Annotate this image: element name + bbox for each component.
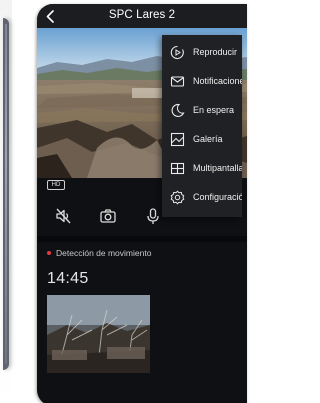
- event-thumbnail-image: [47, 295, 150, 373]
- menu-item-multiscreen[interactable]: Multipantalla: [162, 155, 242, 181]
- menu-item-label: Reproducir: [193, 47, 238, 57]
- camera-icon: [100, 209, 116, 223]
- event-indicator-dot: [47, 251, 51, 255]
- playback-icon: [170, 45, 185, 60]
- hd-quality-badge[interactable]: HD: [47, 180, 65, 190]
- gear-icon: [170, 190, 185, 205]
- event-type: Detección de movimiento: [47, 248, 151, 258]
- section-divider: [37, 236, 247, 242]
- previous-screenshot-edge: [0, 0, 12, 403]
- overflow-menu: Reproducir Notificaciones En espera: [162, 35, 242, 217]
- moon-icon: [170, 103, 185, 118]
- microphone-button[interactable]: [143, 206, 163, 226]
- menu-item-label: Galería: [193, 134, 223, 144]
- event-time: 14:45: [47, 270, 89, 287]
- menu-item-label: Multipantalla: [193, 163, 242, 173]
- multiscreen-icon: [170, 161, 185, 176]
- menu-item-playback[interactable]: Reproducir: [162, 39, 242, 65]
- menu-item-label: Configuración: [193, 192, 242, 202]
- snapshot-button[interactable]: [98, 206, 118, 226]
- device-screen-edge: [5, 24, 7, 364]
- page-title: SPC Lares 2: [108, 9, 176, 21]
- microphone-icon: [147, 208, 159, 224]
- event-type-label: Detección de movimiento: [56, 248, 152, 258]
- menu-item-notifications[interactable]: Notificaciones: [162, 68, 242, 94]
- menu-item-gallery[interactable]: Galería: [162, 126, 242, 152]
- menu-item-standby[interactable]: En espera: [162, 97, 242, 123]
- app-screen: SPC Lares 2 HD Detección de movimiento 1…: [37, 4, 247, 403]
- menu-item-settings[interactable]: Configuración: [162, 184, 242, 210]
- menu-item-label: Notificaciones: [193, 76, 242, 86]
- envelope-icon: [170, 74, 185, 89]
- gallery-icon: [170, 132, 185, 147]
- event-thumbnail[interactable]: [47, 295, 150, 373]
- speaker-muted-icon: [56, 208, 71, 224]
- top-bar: SPC Lares 2: [37, 4, 247, 28]
- menu-item-label: En espera: [193, 105, 235, 115]
- mute-button[interactable]: [54, 206, 74, 226]
